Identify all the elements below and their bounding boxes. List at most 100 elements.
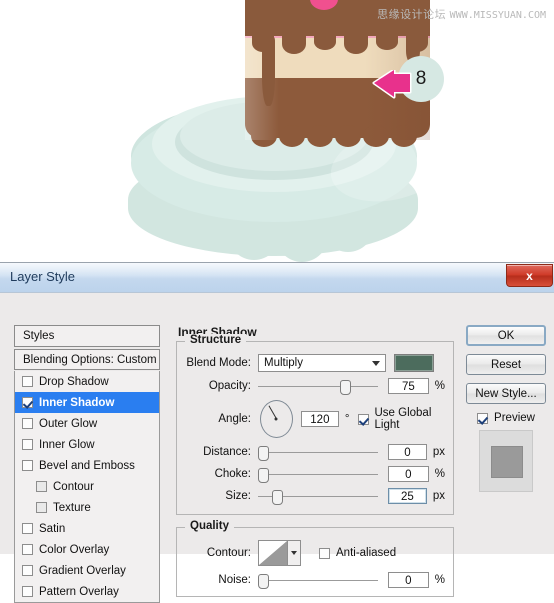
effect-checkbox[interactable] xyxy=(22,397,33,408)
effect-label: Contour xyxy=(53,480,94,493)
choke-slider[interactable] xyxy=(258,466,378,483)
quality-legend: Quality xyxy=(185,520,234,532)
preview-thumbnail xyxy=(479,430,533,492)
effect-checkbox[interactable] xyxy=(22,460,33,471)
slider-track xyxy=(258,452,378,453)
blend-mode-label: Blend Mode: xyxy=(186,357,251,369)
watermark-url: WWW.MISSYUAN.COM xyxy=(449,10,546,21)
angle-label: Angle: xyxy=(218,413,251,425)
effects-list: Drop Shadow Inner Shadow Outer Glow Inner G… xyxy=(14,371,160,603)
effect-checkbox[interactable] xyxy=(22,586,33,597)
styles-header[interactable]: Styles xyxy=(14,325,160,347)
size-input[interactable]: 25 xyxy=(388,488,427,504)
effect-row-texture[interactable]: Texture xyxy=(15,497,159,518)
layer-style-dialog: Layer Style x Styles Blending Options: C… xyxy=(0,262,554,603)
use-global-light-toggle[interactable]: Use Global Light xyxy=(357,407,446,431)
dialog-body: Styles Blending Options: Custom Drop Sha… xyxy=(0,293,554,603)
use-global-light-checkbox[interactable] xyxy=(357,413,369,425)
chocolate-drip xyxy=(376,34,398,50)
slider-thumb[interactable] xyxy=(258,446,269,461)
new-style-button[interactable]: New Style... xyxy=(466,383,546,404)
effect-checkbox[interactable] xyxy=(22,439,33,450)
contour-dropdown-button[interactable] xyxy=(288,540,301,566)
distance-input[interactable]: 0 xyxy=(388,444,427,460)
effect-checkbox[interactable] xyxy=(36,481,47,492)
chocolate-wave xyxy=(279,125,305,147)
angle-center-dot xyxy=(274,417,278,421)
slider-thumb[interactable] xyxy=(340,380,351,395)
contour-preview[interactable] xyxy=(258,540,288,566)
blending-options-item[interactable]: Blending Options: Custom xyxy=(14,349,160,370)
contour-row: Contour: Anti-aliased xyxy=(185,540,445,566)
slider-thumb[interactable] xyxy=(258,468,269,483)
effect-row-pattern-overlay[interactable]: Pattern Overlay xyxy=(15,581,159,602)
effect-label: Gradient Overlay xyxy=(39,564,126,577)
effect-row-contour[interactable]: Contour xyxy=(15,476,159,497)
anti-aliased-checkbox[interactable] xyxy=(319,547,330,559)
distance-slider[interactable] xyxy=(258,444,378,461)
screenshot-root: 8 思缘设计论坛 WWW.MISSYUAN.COM Layer Style x … xyxy=(0,0,554,603)
distance-row: Distance: 0 px xyxy=(185,444,445,461)
close-icon[interactable]: x xyxy=(506,264,553,287)
angle-input[interactable]: 120 xyxy=(300,411,339,427)
effect-row-bevel-and-emboss[interactable]: Bevel and Emboss xyxy=(15,455,159,476)
effect-row-satin[interactable]: Satin xyxy=(15,518,159,539)
choke-input[interactable]: 0 xyxy=(388,466,429,482)
noise-input[interactable]: 0 xyxy=(388,572,429,588)
effect-label: Texture xyxy=(53,501,91,514)
anti-aliased-toggle[interactable]: Anti-aliased xyxy=(319,547,396,559)
structure-legend: Structure xyxy=(185,334,247,346)
effect-row-inner-glow[interactable]: Inner Glow xyxy=(15,434,159,455)
dialog-titlebar[interactable]: Layer Style x xyxy=(0,263,554,293)
styles-list-panel: Styles Blending Options: Custom Drop Sha… xyxy=(14,325,160,603)
ok-button[interactable]: OK xyxy=(466,325,546,346)
inner-shadow-panel: Inner Shadow Structure Blend Mode: Multi… xyxy=(176,325,454,597)
slider-thumb[interactable] xyxy=(258,574,269,589)
size-slider[interactable] xyxy=(258,488,378,505)
preview-toggle[interactable]: Preview xyxy=(466,412,546,424)
chocolate-drip xyxy=(344,34,368,54)
chevron-down-icon xyxy=(372,361,380,366)
opacity-unit: % xyxy=(434,380,445,392)
effect-row-color-overlay[interactable]: Color Overlay xyxy=(15,539,159,560)
dialog-title: Layer Style xyxy=(10,269,76,284)
effect-checkbox[interactable] xyxy=(22,523,33,534)
chocolate-drip-long xyxy=(262,34,275,106)
noise-label: Noise: xyxy=(218,574,251,586)
choke-row: Choke: 0 % xyxy=(185,466,445,483)
effect-checkbox[interactable] xyxy=(22,544,33,555)
tutorial-illustration: 8 思缘设计论坛 WWW.MISSYUAN.COM xyxy=(0,0,554,262)
contour-picker[interactable] xyxy=(258,540,301,566)
opacity-input[interactable]: 75 xyxy=(388,378,429,394)
effect-label: Satin xyxy=(39,522,66,535)
chevron-down-icon xyxy=(291,551,297,555)
effect-label: Inner Glow xyxy=(39,438,95,451)
effect-row-outer-glow[interactable]: Outer Glow xyxy=(15,413,159,434)
preview-checkbox[interactable] xyxy=(477,412,489,424)
choke-unit: % xyxy=(434,468,445,480)
blend-mode-select[interactable]: Multiply xyxy=(258,354,386,372)
effect-checkbox[interactable] xyxy=(36,502,47,513)
opacity-label: Opacity: xyxy=(208,380,251,392)
titlebar-gloss xyxy=(0,263,554,277)
slider-thumb[interactable] xyxy=(272,490,283,505)
effect-row-drop-shadow[interactable]: Drop Shadow xyxy=(15,371,159,392)
effect-row-gradient-overlay[interactable]: Gradient Overlay xyxy=(15,560,159,581)
contour-label: Contour: xyxy=(206,547,251,559)
noise-row: Noise: 0 % xyxy=(185,572,445,589)
noise-slider[interactable] xyxy=(258,572,378,589)
size-label: Size: xyxy=(225,490,251,502)
choke-label: Choke: xyxy=(214,468,251,480)
effect-label: Pattern Overlay xyxy=(39,585,119,598)
effect-checkbox[interactable] xyxy=(22,565,33,576)
opacity-slider[interactable] xyxy=(258,378,378,395)
effect-checkbox[interactable] xyxy=(22,418,33,429)
distance-label: Distance: xyxy=(203,446,251,458)
effect-checkbox[interactable] xyxy=(22,376,33,387)
reset-button[interactable]: Reset xyxy=(466,354,546,375)
slider-track xyxy=(258,580,378,581)
effect-label: Drop Shadow xyxy=(39,375,109,388)
angle-dial[interactable] xyxy=(260,400,293,438)
shadow-color-swatch[interactable] xyxy=(394,354,434,372)
effect-row-inner-shadow[interactable]: Inner Shadow xyxy=(15,392,159,413)
